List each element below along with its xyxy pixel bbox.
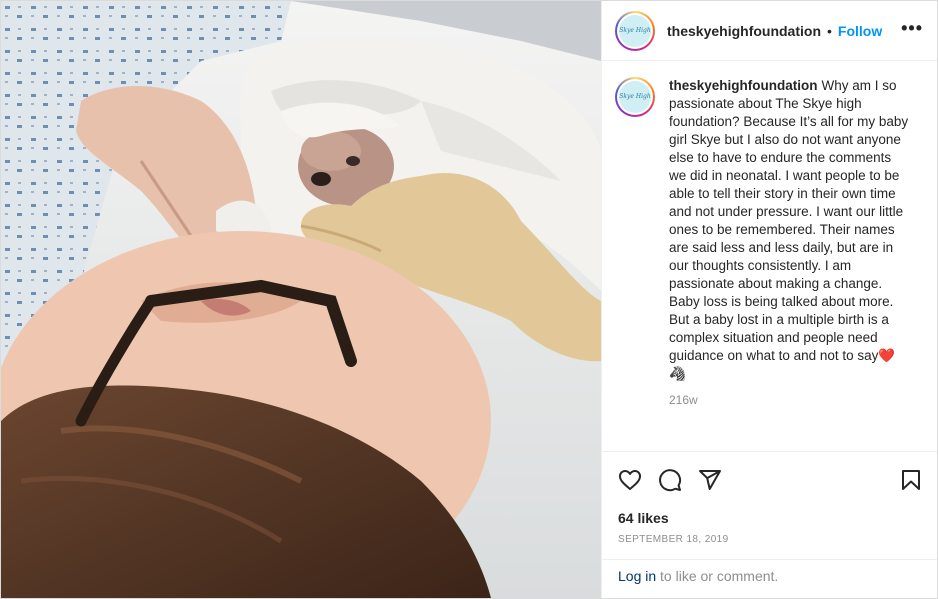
post-sidebar: Skye High theskyehighfoundation • Follow… [601,1,937,598]
login-prompt: Log in to like or comment. [602,559,937,598]
login-link[interactable]: Log in [618,568,656,584]
caption-avatar-logo: Skye High [619,93,651,100]
more-options-icon[interactable]: ••• [901,19,923,39]
caption-text: Why am I so passionate about The Skye hi… [669,78,909,381]
caption-avatar-image: Skye High [619,81,651,113]
avatar-logo: Skye High [619,26,651,34]
bookmark-icon[interactable] [899,468,923,492]
separator-dot: • [827,22,832,39]
caption-row: Skye High theskyehighfoundation Why am I … [615,77,921,409]
post-username[interactable]: theskyehighfoundation [667,23,821,39]
post-header: Skye High theskyehighfoundation • Follow… [602,1,937,61]
post-modal: Skye High theskyehighfoundation • Follow… [0,0,938,599]
caption-timestamp[interactable]: 216w [669,391,909,409]
avatar[interactable]: Skye High [615,10,655,51]
caption-avatar[interactable]: Skye High [615,77,655,117]
follow-button[interactable]: Follow [838,23,882,39]
caption-username[interactable]: theskyehighfoundation [669,78,818,93]
login-prompt-text: to like or comment. [656,568,779,584]
mother-and-newborn-photo [1,1,601,598]
caption: theskyehighfoundation Why am I so passion… [669,77,909,409]
paper-plane-icon[interactable] [698,468,722,492]
avatar-inner: Skye High [617,12,653,49]
post-photo[interactable] [1,1,601,598]
likes-count[interactable]: 64 likes [602,510,937,526]
avatar-image: Skye High [619,14,651,47]
action-bar [602,452,937,508]
caption-avatar-inner: Skye High [617,79,653,115]
heart-icon[interactable] [618,468,642,492]
comments-area: Skye High theskyehighfoundation Why am I … [602,61,937,452]
post-date[interactable]: SEPTEMBER 18, 2019 [602,534,937,545]
comment-bubble-icon[interactable] [658,468,682,492]
